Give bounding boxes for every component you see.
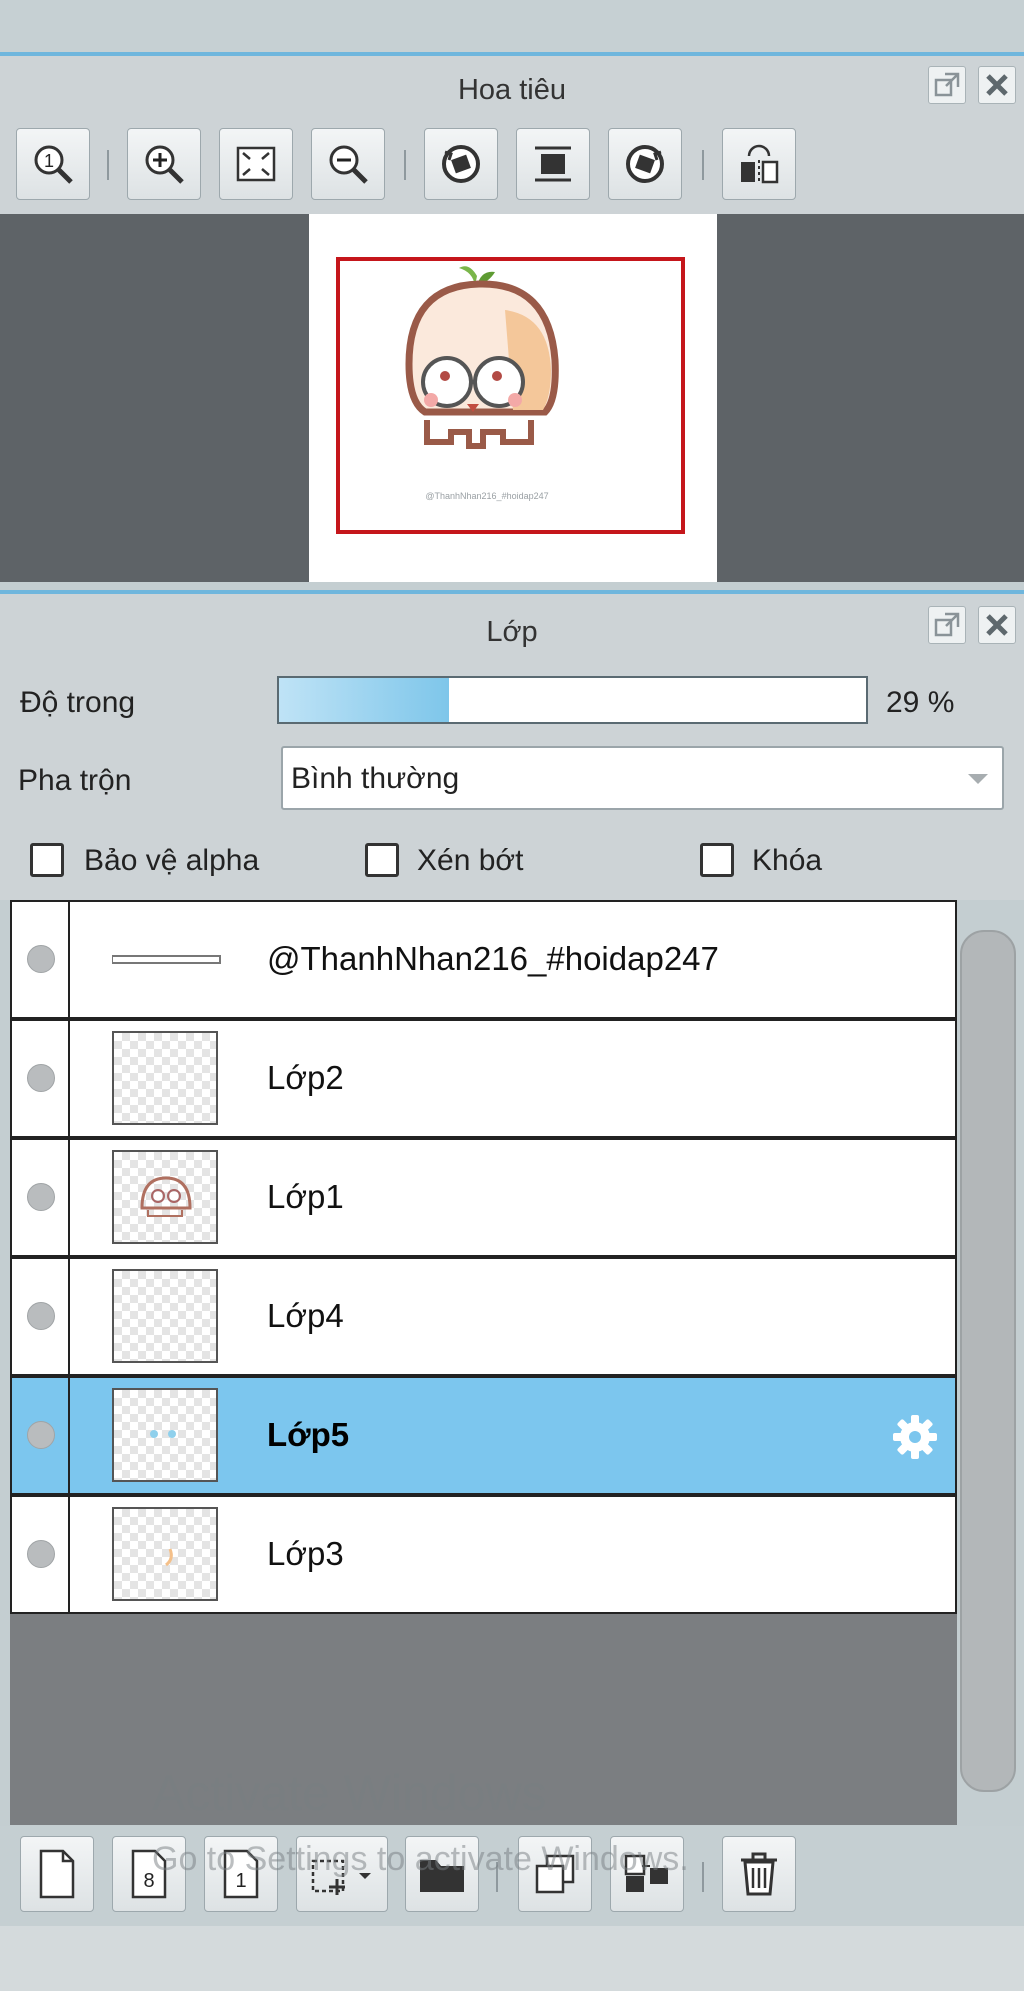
zoom-actual-size-button[interactable]: 1 — [16, 128, 90, 200]
opacity-label: Độ trong — [20, 686, 136, 719]
layers-close-button[interactable] — [978, 606, 1016, 644]
opacity-slider-fill — [279, 678, 450, 722]
status-strip — [0, 1926, 1024, 1991]
visibility-toggle[interactable] — [27, 1064, 55, 1092]
layers-detach-button[interactable] — [928, 606, 966, 644]
rotate-left-icon — [442, 145, 480, 183]
character-thumbnail-icon — [140, 1176, 192, 1217]
protect-alpha-label: Bảo vệ alpha — [84, 844, 260, 877]
gear-icon[interactable] — [892, 1414, 938, 1460]
layer-thumbnail — [112, 1150, 218, 1244]
fit-canvas-icon — [535, 146, 571, 182]
layer-name: Lớp4 — [267, 1297, 344, 1334]
navigator-detach-button[interactable] — [928, 66, 966, 104]
row-divider — [68, 1021, 70, 1136]
text-layer-thumbnail — [112, 955, 221, 964]
visibility-toggle[interactable] — [27, 1302, 55, 1330]
zoom-out-icon — [329, 145, 368, 184]
toolbar-separator — [702, 1862, 704, 1892]
new-layer-button[interactable] — [20, 1836, 94, 1912]
new-page-icon — [39, 1849, 75, 1899]
svg-text:1: 1 — [44, 151, 54, 171]
toolbar-separator — [404, 150, 406, 180]
layers-title: Lớp — [486, 616, 538, 648]
orange-mark-thumbnail-icon — [165, 1548, 173, 1567]
clipping-checkbox[interactable] — [365, 843, 399, 877]
zoom-out-button[interactable] — [311, 128, 385, 200]
layer-name: @ThanhNhan216_#hoidap247 — [267, 940, 719, 977]
layer-row[interactable]: Lớp2 — [10, 1019, 957, 1138]
lock-checkbox[interactable] — [700, 843, 734, 877]
trash-icon — [741, 1852, 777, 1896]
flip-horizontal-button[interactable] — [722, 128, 796, 200]
layer-thumbnail — [112, 1388, 218, 1482]
close-icon — [986, 74, 1008, 96]
row-divider — [68, 1140, 70, 1255]
navigator-title: Hoa tiêu — [457, 74, 566, 106]
layer-row[interactable]: @ThanhNhan216_#hoidap247 — [10, 900, 957, 1019]
blend-mode-value: Bình thường — [291, 762, 460, 795]
detach-icon — [934, 612, 960, 637]
layer-name: Lớp1 — [267, 1178, 344, 1215]
zoom-in-icon — [145, 145, 184, 184]
fit-to-window-button[interactable] — [219, 128, 293, 200]
detach-icon — [934, 72, 960, 97]
rotate-right-button[interactable] — [608, 128, 682, 200]
layer-thumbnail — [112, 1269, 218, 1363]
opacity-slider[interactable] — [277, 676, 868, 724]
layer-row-selected[interactable]: Lớp5 — [10, 1376, 957, 1495]
top-strip — [0, 0, 1024, 52]
layer-row[interactable]: Lớp3 — [10, 1495, 957, 1614]
zoom-actual-size-icon: 1 — [34, 145, 73, 184]
protect-alpha-checkbox[interactable] — [30, 843, 64, 877]
layer-list-scrollbar[interactable] — [960, 930, 1016, 1792]
close-icon — [986, 614, 1008, 636]
blend-mode-label: Pha trộn — [18, 764, 132, 797]
layer-thumbnail — [112, 1507, 218, 1601]
lock-label: Khóa — [752, 844, 823, 877]
blue-dots-thumbnail-icon — [150, 1430, 176, 1438]
row-divider — [68, 902, 70, 1017]
layer-row[interactable]: Lớp4 — [10, 1257, 957, 1376]
fit-canvas-button[interactable] — [516, 128, 590, 200]
toolbar-separator — [107, 150, 109, 180]
fit-to-window-icon — [236, 146, 276, 182]
layer-list: @ThanhNhan216_#hoidap247 Lớp2 Lớp1 Lớp4 … — [10, 900, 957, 1825]
delete-layer-button[interactable] — [722, 1836, 796, 1912]
visibility-toggle[interactable] — [27, 1421, 55, 1449]
visibility-toggle[interactable] — [27, 945, 55, 973]
layer-name: Lớp2 — [267, 1059, 344, 1096]
zoom-in-button[interactable] — [127, 128, 201, 200]
opacity-value: 29 % — [886, 686, 955, 719]
visibility-toggle[interactable] — [27, 1183, 55, 1211]
layer-thumbnail — [112, 1031, 218, 1125]
layer-name: Lớp3 — [267, 1535, 344, 1572]
visibility-toggle[interactable] — [27, 1540, 55, 1568]
navigator-close-button[interactable] — [978, 66, 1016, 104]
navigator-viewport-frame[interactable] — [336, 257, 685, 534]
blend-mode-select[interactable]: Bình thường — [281, 746, 1004, 810]
toolbar-separator — [702, 150, 704, 180]
row-divider — [68, 1378, 70, 1493]
layer-name: Lớp5 — [267, 1416, 350, 1453]
activate-windows-title: Activate Windows — [152, 1765, 547, 1821]
rotate-left-button[interactable] — [424, 128, 498, 200]
row-divider — [68, 1497, 70, 1612]
row-divider — [68, 1259, 70, 1374]
rotate-right-icon — [626, 145, 664, 183]
layer-row[interactable]: Lớp1 — [10, 1138, 957, 1257]
activate-windows-subtitle: Go to Settings to activate Windows. — [152, 1840, 689, 1878]
clipping-label: Xén bớt — [417, 844, 524, 877]
chevron-down-icon — [968, 774, 988, 784]
flip-horizontal-icon — [741, 144, 779, 184]
